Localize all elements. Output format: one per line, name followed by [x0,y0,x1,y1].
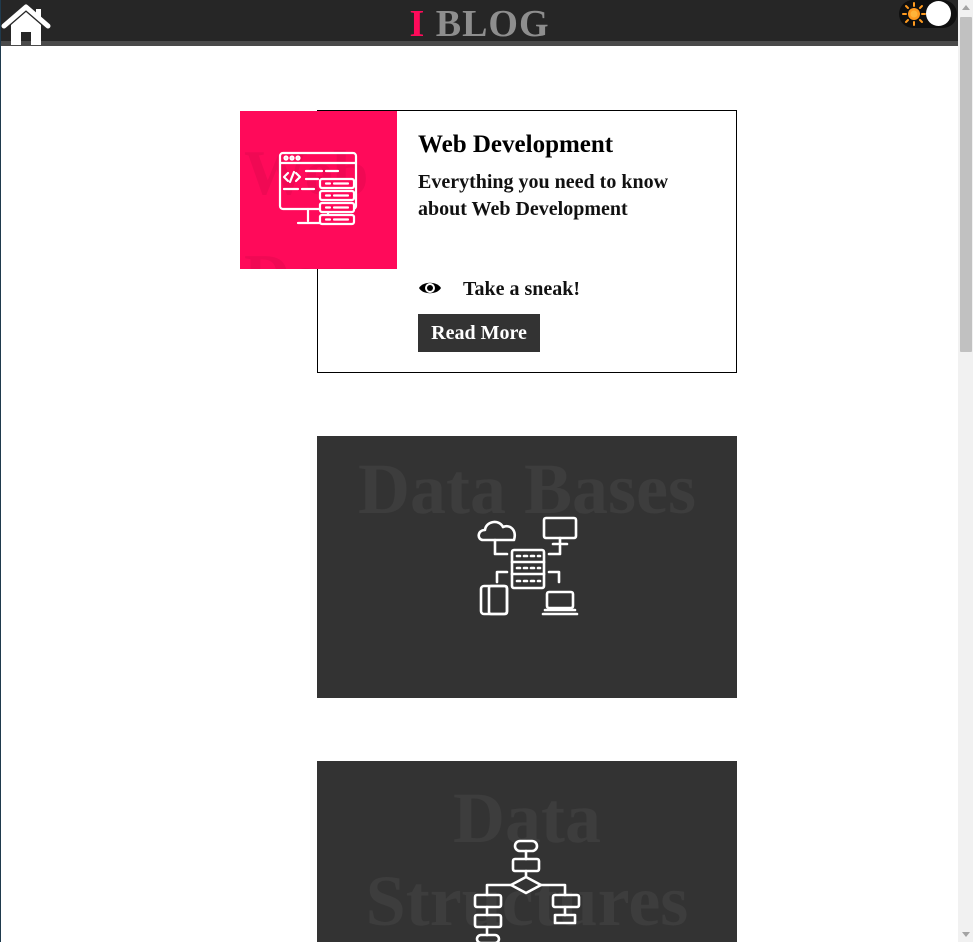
blog-card-data-bases[interactable]: Data Bases [317,436,737,698]
top-nav-bar: I BLOG [1,0,958,46]
page: I BLOG Web Dev [0,0,973,942]
card-thumbnail-web-development: Web Dev [240,111,397,269]
logo-name: BLOG [435,3,550,45]
blog-card-data-structures[interactable]: Data Structures [317,761,737,942]
card-description: Everything you need to know about Web De… [418,171,669,220]
toggle-knob[interactable] [926,1,951,26]
database-network-icon [477,516,579,616]
sun-icon [902,2,926,26]
site-logo[interactable]: I BLOG [1,2,958,46]
flowchart-icon [473,839,581,942]
sneak-peek-link[interactable]: Take a sneak! [418,278,718,304]
vertical-scrollbar[interactable] [958,0,973,942]
scroll-down-arrow-icon[interactable] [962,932,970,937]
sneak-peek-label: Take a sneak! [463,278,581,300]
card-title: Web Development [418,131,614,158]
eye-icon [419,282,441,294]
scrollbar-thumb[interactable] [960,17,972,352]
read-more-button[interactable]: Read More [418,314,540,352]
web-development-icon [278,151,358,226]
scroll-up-arrow-icon[interactable] [962,5,970,10]
theme-toggle[interactable] [899,0,957,28]
logo-initial: I [409,3,426,45]
